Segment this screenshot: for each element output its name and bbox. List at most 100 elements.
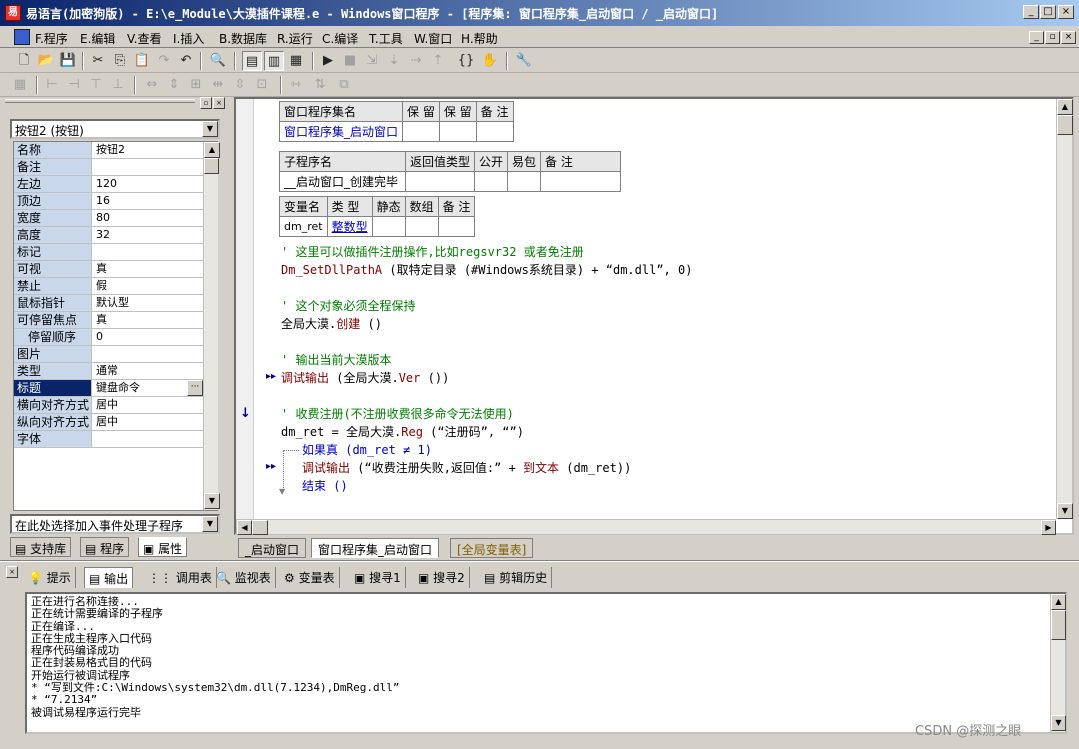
tab-output[interactable]: ▤ 输出 — [84, 567, 134, 588]
property-row[interactable]: 停留顺序 0 — [14, 329, 204, 346]
sub-name-cell[interactable]: __启动窗口_创建完毕 — [279, 171, 406, 192]
open-icon[interactable]: 📂 — [36, 51, 56, 71]
property-value[interactable]: 80 — [94, 210, 204, 226]
code-comment[interactable]: ' 这个对象必须全程保持 — [281, 297, 415, 314]
chevron-down-icon[interactable]: ▼ — [202, 121, 218, 137]
menu-window[interactable]: W.窗口 — [414, 30, 452, 47]
property-value[interactable]: 32 — [94, 227, 204, 243]
scroll-thumb[interactable] — [252, 520, 268, 535]
stop-icon[interactable]: ■ — [340, 51, 360, 71]
align-right-icon[interactable]: ⊤ — [86, 75, 106, 95]
tab-search1[interactable]: ▣ 搜寻1 — [350, 567, 406, 588]
tab-globals[interactable]: [全局变量表] — [450, 538, 534, 558]
save-icon[interactable]: 💾 — [58, 51, 78, 71]
maximize-button[interactable]: □ — [1040, 5, 1056, 19]
editor-vscrollbar[interactable]: ▲ ▼ — [1056, 99, 1073, 519]
menu-tools[interactable]: T.工具 — [369, 30, 403, 47]
align-top-icon[interactable]: ⊥ — [108, 75, 128, 95]
scroll-up-icon[interactable]: ▲ — [1057, 99, 1073, 115]
cell[interactable] — [474, 171, 509, 192]
braces-icon[interactable]: {} — [456, 51, 476, 71]
property-row[interactable]: 鼠标指针 默认型 — [14, 295, 204, 312]
paste-icon[interactable]: 📋 — [132, 51, 152, 71]
property-row[interactable]: 横向对齐方式 居中 — [14, 397, 204, 414]
property-row[interactable]: 类型 通常 — [14, 363, 204, 380]
find-icon[interactable]: 🔍 — [208, 51, 228, 71]
align-center-icon[interactable]: ⊣ — [64, 75, 84, 95]
property-value[interactable]: 通常 — [94, 363, 204, 379]
redo-icon[interactable]: ↷ — [154, 51, 174, 71]
output-scrollbar[interactable]: ▲ ▼ — [1050, 594, 1066, 732]
property-row[interactable]: 备注 — [14, 159, 204, 176]
debug4-icon[interactable]: ⇡ — [428, 51, 448, 71]
mdi-close-button[interactable]: × — [1061, 31, 1076, 44]
layout2-icon[interactable]: ▥ — [264, 51, 284, 71]
hand-icon[interactable]: ✋ — [480, 51, 500, 71]
cell[interactable] — [438, 121, 477, 142]
menu-help[interactable]: H.帮助 — [461, 30, 498, 47]
code-line[interactable]: 结束 () — [302, 477, 348, 494]
tab-window-set[interactable]: 窗口程序集_启动窗口 — [311, 538, 440, 558]
property-scrollbar[interactable]: ▲ ▼ — [203, 142, 220, 510]
property-row[interactable]: 名称 按钮2 — [14, 142, 204, 159]
code-comment[interactable]: ' 收费注册(不注册收费很多命令无法使用) — [281, 405, 514, 422]
center-h-icon[interactable]: ⇿ — [286, 75, 306, 95]
cell[interactable] — [437, 216, 476, 237]
property-value[interactable] — [94, 346, 204, 362]
cell[interactable] — [404, 171, 476, 192]
scroll-thumb[interactable] — [1057, 115, 1073, 135]
tab-program[interactable]: ▤ 程序 — [80, 537, 130, 557]
align-left-icon[interactable]: ⊢ — [42, 75, 62, 95]
space-v-icon[interactable]: ⇳ — [230, 75, 250, 95]
cell[interactable] — [540, 171, 622, 192]
scroll-up-icon[interactable]: ▲ — [204, 142, 220, 158]
tab-variables[interactable]: ⚙ 变量表 — [280, 567, 340, 588]
menu-compile[interactable]: C.编译 — [322, 30, 358, 47]
code-line[interactable]: 调试输出 (全局大漠.Ver ()) — [281, 369, 449, 386]
menu-database[interactable]: B.数据库 — [219, 30, 267, 47]
space-h-icon[interactable]: ⇹ — [208, 75, 228, 95]
property-value[interactable]: 0 — [94, 329, 204, 345]
center-icon[interactable]: ⊡ — [252, 75, 272, 95]
new-icon[interactable]: 🗋 — [14, 51, 34, 71]
tab-startup-window[interactable]: _启动窗口 — [238, 538, 307, 558]
debug2-icon[interactable]: ⇣ — [384, 51, 404, 71]
scroll-right-icon[interactable]: ▶ — [1041, 520, 1056, 535]
property-row[interactable]: 可停留焦点真 — [14, 312, 204, 329]
property-value[interactable]: 假 — [94, 278, 204, 294]
var-type-cell[interactable]: 整数型 — [326, 216, 373, 237]
property-value[interactable]: 居中 — [94, 414, 204, 430]
property-row[interactable]: 可视真 — [14, 261, 204, 278]
tab-properties[interactable]: ▣ 属性 — [138, 537, 188, 557]
property-value[interactable]: 真 — [94, 312, 204, 328]
property-row[interactable]: 标题 键盘命令 ··· — [14, 380, 204, 397]
center-v-icon[interactable]: ⇅ — [310, 75, 330, 95]
debug3-icon[interactable]: ⇢ — [406, 51, 426, 71]
menu-program[interactable]: F.程序 — [35, 30, 68, 47]
property-row[interactable]: 禁止假 — [14, 278, 204, 295]
property-row[interactable]: 顶边 16 — [14, 193, 204, 210]
tab-call-table[interactable]: ⋮⋮ 调用表 — [144, 567, 217, 588]
mdi-restore-button[interactable]: ▫ — [1045, 31, 1060, 44]
editor-hscrollbar[interactable]: ◀ ▶ — [236, 519, 1056, 535]
scroll-up-icon[interactable]: ▲ — [1051, 594, 1066, 610]
scroll-down-icon[interactable]: ▼ — [1057, 503, 1073, 519]
close-button[interactable]: × — [1058, 5, 1074, 19]
property-row[interactable]: 高度 32 — [14, 227, 204, 244]
ellipsis-button[interactable]: ··· — [187, 380, 203, 396]
property-row[interactable]: 标记 — [14, 244, 204, 261]
code-line[interactable]: Dm_SetDllPathA (取特定目录 (#Windows系统目录) + “… — [281, 261, 692, 278]
tab-hint[interactable]: 💡 提示 — [24, 567, 76, 588]
property-value[interactable]: 120 — [94, 176, 204, 192]
cell[interactable] — [404, 216, 439, 237]
same-size-icon[interactable]: ⊞ — [186, 75, 206, 95]
tab-watch[interactable]: 🔍 监视表 — [212, 567, 276, 588]
code-comment[interactable]: ' 这里可以做插件注册操作,比如regsvr32 或者免注册 — [281, 243, 584, 260]
undo-icon[interactable]: ↶ — [176, 51, 196, 71]
scroll-down-icon[interactable]: ▼ — [1051, 715, 1066, 731]
cut-icon[interactable]: ✂ — [88, 51, 108, 71]
scroll-left-icon[interactable]: ◀ — [237, 520, 252, 535]
menu-edit[interactable]: E.编辑 — [80, 30, 115, 47]
breakpoint-marker-icon[interactable]: ▸▸ — [266, 461, 276, 472]
cell[interactable] — [507, 171, 542, 192]
